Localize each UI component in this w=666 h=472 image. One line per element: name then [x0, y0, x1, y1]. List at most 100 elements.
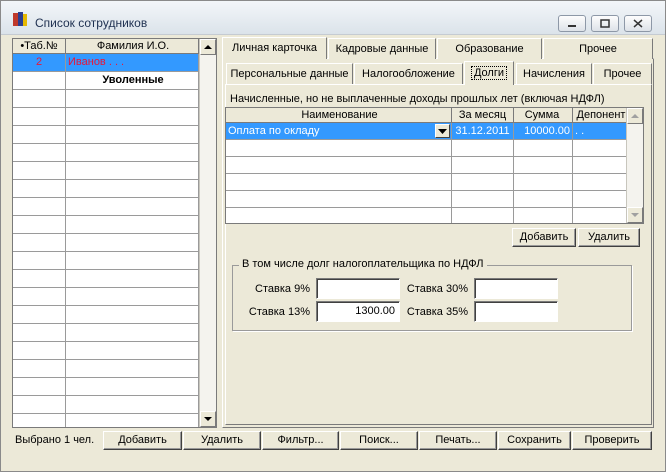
table-row[interactable]: [13, 216, 199, 234]
debts-scroll-up-button[interactable]: [627, 108, 643, 124]
debts-grid[interactable]: Наименование За месяц Сумма Депонент Опл…: [225, 107, 644, 224]
table-row[interactable]: [226, 174, 628, 191]
cell-deposit[interactable]: . .: [573, 123, 628, 139]
add-employee-button[interactable]: Добавить: [103, 431, 182, 450]
table-row[interactable]: [13, 378, 199, 396]
tab-other[interactable]: Прочее: [543, 38, 653, 59]
rate13-field[interactable]: 1300.00: [316, 301, 400, 322]
cell-month[interactable]: [452, 140, 514, 156]
delete-employee-button[interactable]: Удалить: [183, 431, 261, 450]
rate9-field[interactable]: [316, 278, 400, 299]
table-row[interactable]: [13, 324, 199, 342]
ndfl-groupbox: [232, 265, 632, 331]
cell-month[interactable]: [452, 191, 514, 207]
debt-name-dropdown-button[interactable]: [435, 124, 450, 138]
rate35-label: Ставка 35%: [406, 306, 468, 318]
cell-debt-name[interactable]: [226, 191, 452, 207]
tab-education[interactable]: Образование: [437, 38, 542, 59]
table-row[interactable]: [13, 414, 199, 427]
employee-grid[interactable]: •Таб.№ Фамилия И.О. 2 Иванов . . . Уволе…: [12, 38, 217, 428]
table-row[interactable]: [13, 162, 199, 180]
table-row[interactable]: [13, 108, 199, 126]
close-button[interactable]: [624, 15, 652, 32]
cell-deposit[interactable]: [573, 140, 628, 156]
column-debt-name[interactable]: Наименование: [226, 108, 452, 122]
maximize-button[interactable]: [591, 15, 619, 32]
rate35-field[interactable]: [474, 301, 558, 322]
cell-month[interactable]: 31.12.2011: [452, 123, 514, 139]
table-row[interactable]: [13, 288, 199, 306]
table-row[interactable]: [13, 360, 199, 378]
table-row[interactable]: [13, 270, 199, 288]
cell-tab-no: [13, 90, 66, 107]
cell-deposit[interactable]: [573, 191, 628, 207]
column-name[interactable]: Фамилия И.О.: [66, 39, 199, 53]
table-row[interactable]: Уволенные: [13, 72, 199, 90]
minimize-button[interactable]: [558, 15, 586, 32]
cell-deposit[interactable]: [573, 208, 628, 223]
cell-debt-name[interactable]: [226, 208, 452, 223]
check-button[interactable]: Проверить: [572, 431, 652, 450]
cell-name: [66, 162, 199, 179]
cell-sum[interactable]: [514, 140, 573, 156]
table-row[interactable]: [13, 198, 199, 216]
debts-scroll-down-button[interactable]: [627, 207, 643, 223]
tab-accruals[interactable]: Начисления: [516, 63, 592, 84]
tab-hr-data[interactable]: Кадровые данные: [328, 38, 436, 59]
cell-tab-no: [13, 252, 66, 269]
table-row[interactable]: [226, 157, 628, 174]
table-row[interactable]: [13, 396, 199, 414]
table-row[interactable]: [13, 234, 199, 252]
save-button[interactable]: Сохранить: [498, 431, 571, 450]
cell-tab-no: [13, 360, 66, 377]
tab-debts[interactable]: Долги: [464, 61, 514, 85]
column-deposit[interactable]: Депонент: [573, 108, 628, 122]
cell-debt-name[interactable]: [226, 157, 452, 173]
scroll-up-button[interactable]: [200, 39, 216, 55]
debts-grid-scrollbar[interactable]: [626, 108, 643, 223]
table-row[interactable]: [226, 140, 628, 157]
table-row[interactable]: [13, 306, 199, 324]
cell-deposit[interactable]: [573, 157, 628, 173]
tab-taxation[interactable]: Налогообложение: [354, 63, 463, 84]
column-tab-no[interactable]: •Таб.№: [13, 39, 66, 53]
cell-sum[interactable]: 10000.00: [514, 123, 573, 139]
rate30-field[interactable]: [474, 278, 558, 299]
cell-tab-no: [13, 144, 66, 161]
table-row[interactable]: [13, 126, 199, 144]
filter-button[interactable]: Фильтр...: [262, 431, 339, 450]
tab-sub-other[interactable]: Прочее: [593, 63, 652, 84]
tab-personal-card[interactable]: Личная карточка: [222, 37, 327, 59]
cell-debt-name[interactable]: [226, 174, 452, 190]
cell-debt-name[interactable]: [226, 140, 452, 156]
table-row[interactable]: [13, 252, 199, 270]
table-row[interactable]: [13, 144, 199, 162]
cell-month[interactable]: [452, 174, 514, 190]
table-row[interactable]: [226, 208, 628, 223]
debt-delete-button[interactable]: Удалить: [578, 228, 640, 247]
column-month[interactable]: За месяц: [452, 108, 514, 122]
column-sum[interactable]: Сумма: [514, 108, 573, 122]
scroll-down-button[interactable]: [200, 411, 216, 427]
print-button[interactable]: Печать...: [419, 431, 497, 450]
cell-month[interactable]: [452, 157, 514, 173]
search-button[interactable]: Поиск...: [340, 431, 418, 450]
table-row[interactable]: Оплата по окладу 31.12.2011 10000.00 . .: [226, 123, 628, 140]
tab-personal-data[interactable]: Персональные данные: [226, 63, 353, 84]
cell-tab-no: [13, 396, 66, 413]
debt-add-button[interactable]: Добавить: [512, 228, 576, 247]
cell-deposit[interactable]: [573, 174, 628, 190]
table-row[interactable]: [226, 191, 628, 208]
cell-sum[interactable]: [514, 157, 573, 173]
cell-sum[interactable]: [514, 174, 573, 190]
cell-month[interactable]: [452, 208, 514, 223]
cell-debt-name[interactable]: Оплата по окладу: [226, 123, 452, 139]
title-bar[interactable]: Список сотрудников: [1, 1, 665, 35]
table-row[interactable]: [13, 180, 199, 198]
table-row[interactable]: [13, 342, 199, 360]
employee-grid-scrollbar[interactable]: [199, 39, 216, 427]
cell-sum[interactable]: [514, 191, 573, 207]
table-row[interactable]: 2 Иванов . . .: [13, 54, 199, 72]
cell-sum[interactable]: [514, 208, 573, 223]
table-row[interactable]: [13, 90, 199, 108]
